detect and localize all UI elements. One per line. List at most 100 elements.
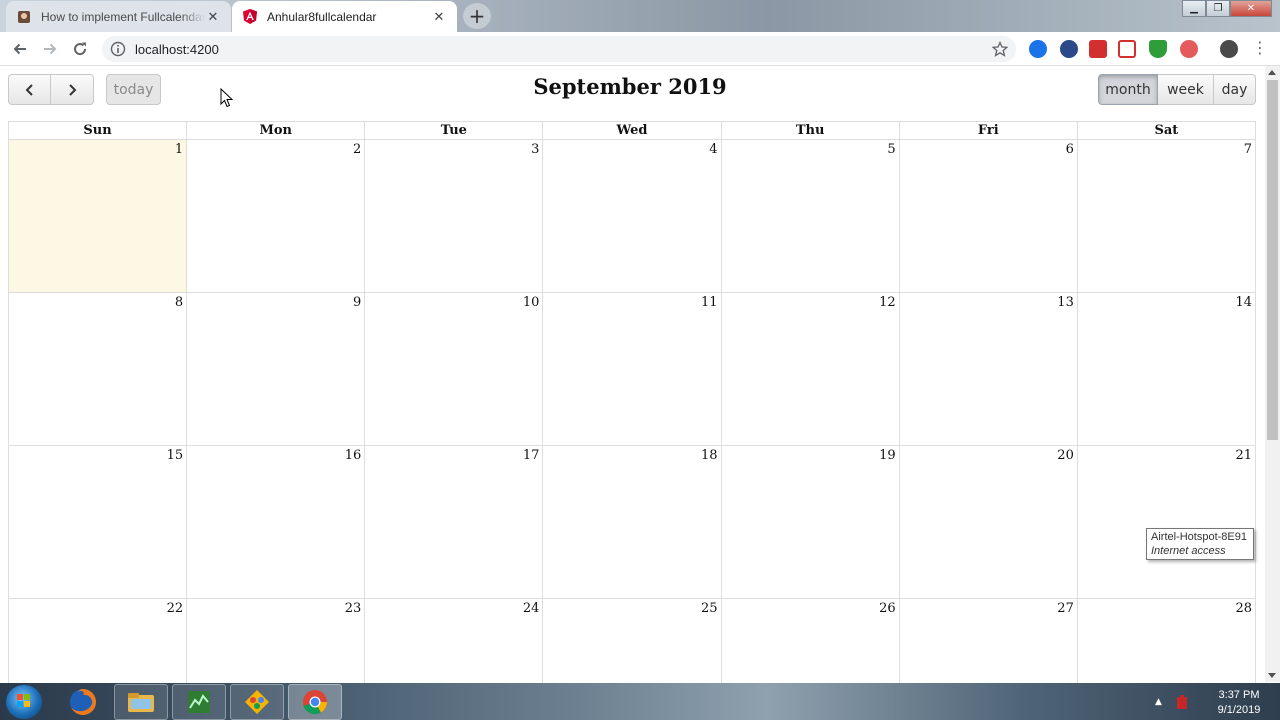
day-number: 24 [522, 601, 540, 616]
extension-cbs-icon[interactable] [1089, 40, 1107, 58]
clock-time: 3:37 PM [1218, 689, 1260, 701]
paint-icon [245, 690, 269, 714]
day-number: 7 [1243, 142, 1252, 157]
day-cell[interactable]: 4 [542, 140, 720, 292]
taskbar-clock[interactable]: 3:37 PM 9/1/2019 [1204, 688, 1274, 718]
minimize-icon[interactable]: ▁ [1182, 0, 1206, 17]
tab-title: Anhular8fullcalendar [267, 9, 377, 24]
day-number: 9 [353, 295, 362, 310]
weekday-label: Mon [186, 122, 364, 139]
day-cell[interactable]: 14 [1076, 293, 1255, 445]
day-number: 23 [344, 601, 362, 616]
day-cell[interactable]: 7 [1076, 140, 1255, 292]
day-cell[interactable]: 12 [720, 293, 899, 445]
weekday-label: Fri [898, 122, 1077, 139]
network-status: Internet access [1151, 545, 1226, 557]
back-button[interactable] [9, 38, 31, 60]
page-scrollbar[interactable] [1265, 66, 1280, 682]
day-number: 17 [522, 448, 540, 463]
day-number: 1 [174, 142, 184, 157]
new-tab-button[interactable]: + [463, 3, 491, 29]
scroll-up-icon[interactable] [1268, 70, 1276, 75]
day-cell[interactable]: 9 [186, 293, 364, 445]
battery-alert-icon[interactable] [1174, 694, 1190, 710]
week-row: 8 9 10 11 12 13 14 [8, 293, 1256, 446]
page-favicon-icon [16, 9, 32, 25]
prev-month-button[interactable] [8, 74, 51, 105]
day-view-button[interactable]: day [1214, 74, 1256, 105]
day-cell[interactable]: 10 [364, 293, 542, 445]
chrome-menu-icon[interactable]: ⋮ [1252, 40, 1268, 58]
scroll-down-icon[interactable] [1268, 673, 1276, 678]
weekday-label: Sun [83, 123, 112, 138]
site-info-icon[interactable] [110, 41, 126, 57]
day-number: 28 [1235, 601, 1252, 616]
day-cell[interactable]: 18 [542, 446, 720, 598]
tab-close-icon[interactable]: ✕ [205, 9, 221, 25]
next-month-button[interactable] [51, 74, 94, 105]
day-number: 2 [353, 142, 362, 157]
tab-close-icon[interactable]: ✕ [431, 9, 447, 25]
chevron-left-icon [25, 83, 33, 96]
tab-fullcalendar-tutorial[interactable]: How to implement Fullcalendar in Angular… [6, 1, 231, 32]
day-cell[interactable]: 20 [898, 446, 1077, 598]
day-cell[interactable]: 8 [9, 293, 186, 445]
angular-logo-icon [242, 9, 258, 25]
day-number: 25 [701, 601, 718, 616]
extension-n-icon[interactable] [1118, 40, 1136, 58]
show-hidden-icons-icon[interactable]: ▲ [1155, 697, 1162, 707]
day-cell[interactable]: 21 [1076, 446, 1255, 598]
file-explorer-taskbar-button[interactable] [114, 684, 168, 720]
scrollbar-thumb[interactable] [1267, 80, 1278, 440]
week-view-button[interactable]: week [1158, 74, 1214, 105]
month-view-button[interactable]: month [1098, 74, 1158, 105]
url-text: localhost:4200 [135, 41, 219, 57]
week-row: 15 16 17 18 19 20 21 [8, 446, 1256, 599]
day-cell[interactable]: 11 [542, 293, 720, 445]
extension-na-icon[interactable] [1060, 40, 1078, 58]
address-bar[interactable]: localhost:4200 [102, 36, 1016, 62]
tab-title: How to implement Fullcalendar in Angular… [41, 9, 205, 24]
firefox-taskbar-button[interactable] [56, 684, 110, 720]
start-button[interactable] [6, 685, 42, 719]
extension-shield-icon[interactable] [1149, 40, 1167, 58]
profile-avatar[interactable] [1220, 40, 1238, 58]
day-cell[interactable]: 16 [186, 446, 364, 598]
day-cell[interactable]: 6 [898, 140, 1077, 292]
maximize-icon[interactable]: ❐ [1206, 0, 1230, 17]
day-number: 19 [879, 448, 896, 463]
extension-account-icon[interactable] [1029, 40, 1047, 58]
day-number: 21 [1235, 448, 1252, 463]
day-cell[interactable]: 1 [9, 140, 187, 292]
tab-angular-app[interactable]: Anhular8fullcalendar ✕ [232, 1, 457, 32]
paint-taskbar-button[interactable] [230, 684, 284, 720]
browser-toolbar: localhost:4200 ⋮ [0, 32, 1280, 66]
firefox-icon [70, 689, 96, 715]
network-tooltip: Airtel-Hotspot-8E91 Internet access [1146, 528, 1254, 560]
day-cell[interactable]: 15 [9, 446, 186, 598]
bookmark-star-icon[interactable] [992, 41, 1008, 57]
day-number: 3 [531, 142, 540, 157]
file-explorer-icon [128, 693, 154, 712]
calendar-title: September 2019 [533, 74, 727, 99]
reload-button[interactable] [69, 38, 91, 60]
forward-button[interactable] [39, 38, 61, 60]
week-row: 1 2 3 4 5 6 7 [8, 140, 1256, 293]
weekday-label: Thu [720, 122, 899, 139]
day-cell[interactable]: 19 [720, 446, 899, 598]
today-button[interactable]: today [106, 74, 161, 105]
day-cell[interactable]: 13 [898, 293, 1077, 445]
day-number: 13 [1057, 295, 1074, 310]
chrome-icon [303, 690, 328, 715]
window-close-icon[interactable]: ✕ [1230, 0, 1272, 17]
chrome-taskbar-button[interactable] [288, 684, 342, 720]
day-cell[interactable]: 17 [364, 446, 542, 598]
extension-counter-icon[interactable] [1180, 40, 1198, 58]
day-cell[interactable]: 5 [720, 140, 899, 292]
day-cell[interactable]: 2 [186, 140, 364, 292]
task-manager-taskbar-button[interactable] [172, 684, 226, 720]
day-number: 22 [166, 601, 184, 616]
mouse-pointer-icon [220, 88, 234, 108]
browser-tab-strip: How to implement Fullcalendar in Angular… [0, 0, 1280, 32]
day-cell[interactable]: 3 [364, 140, 542, 292]
